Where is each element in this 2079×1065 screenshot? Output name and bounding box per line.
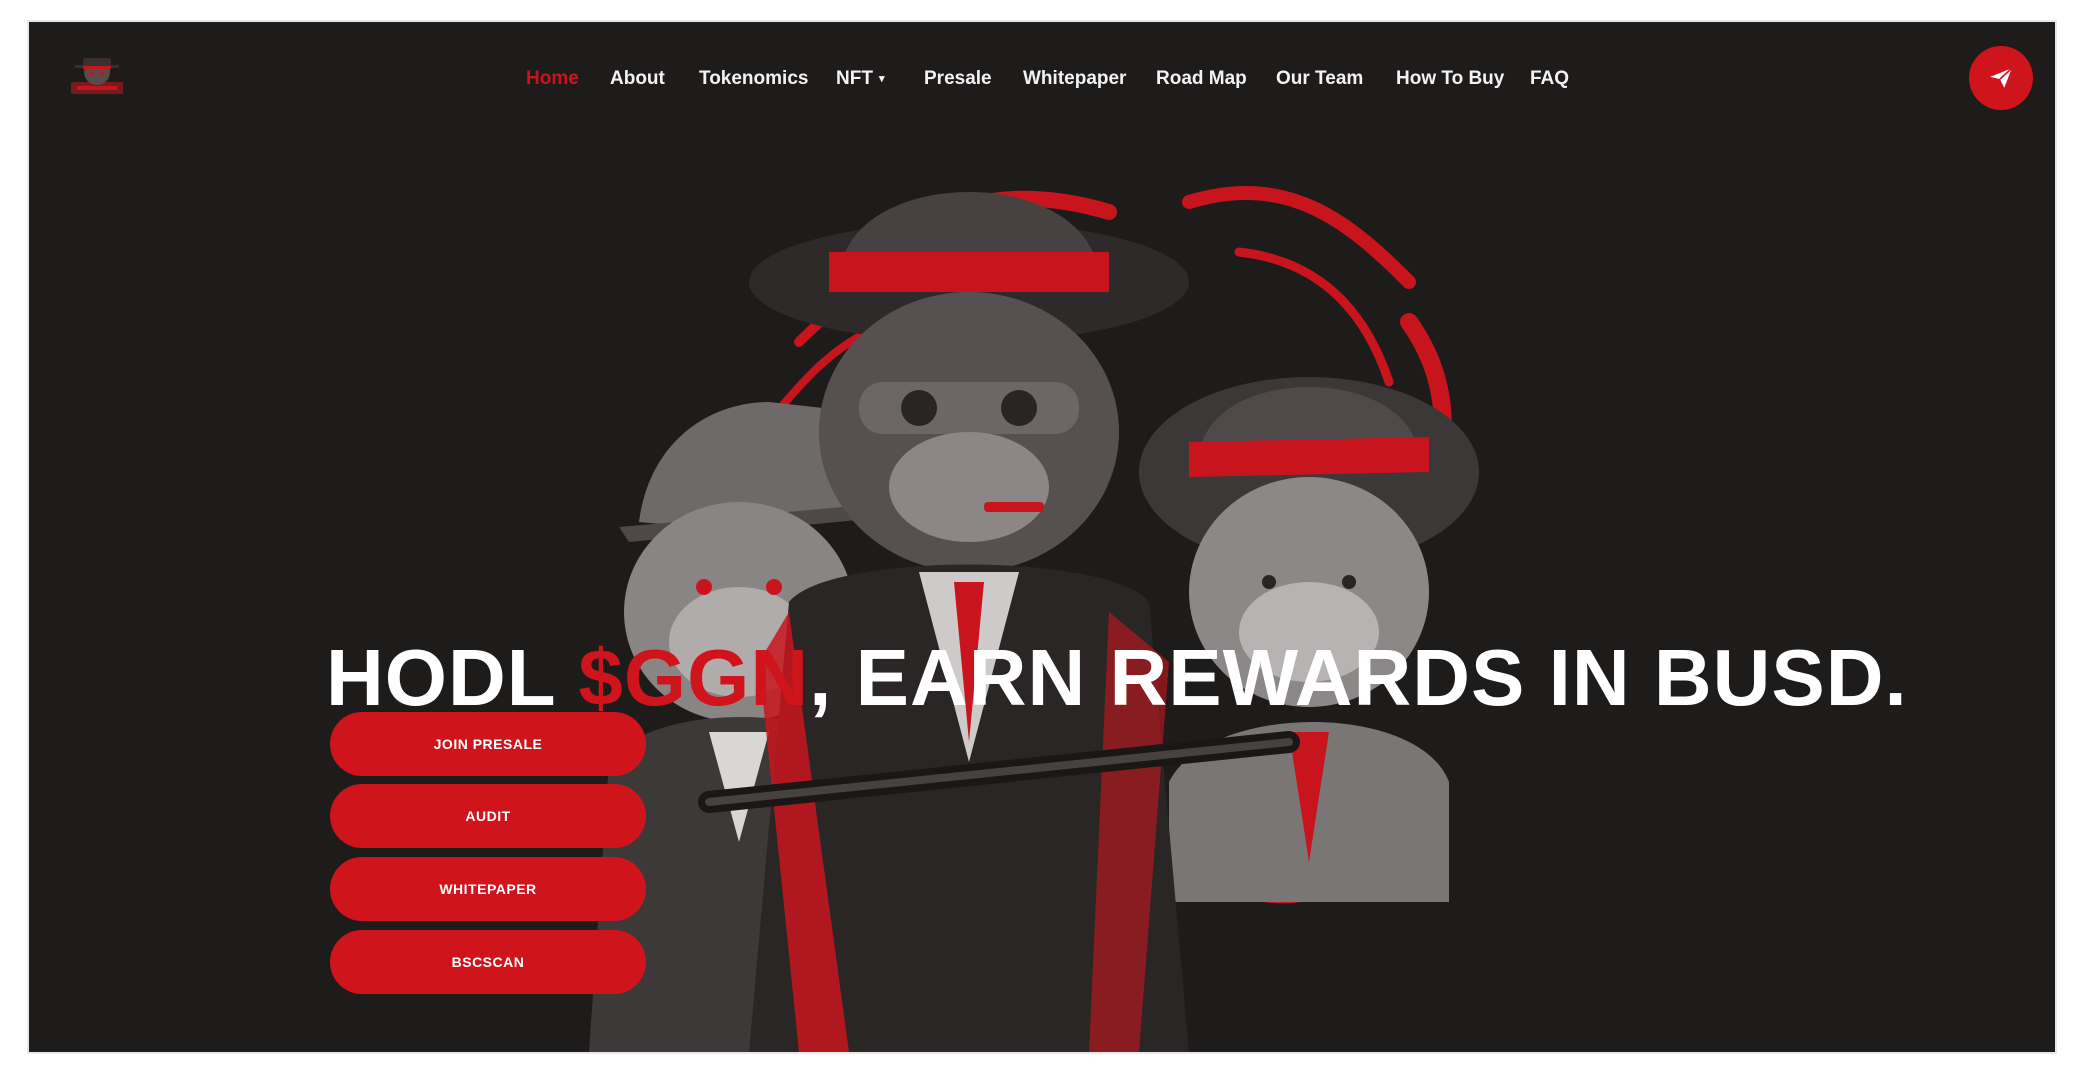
nav-item-road-map-label: Road Map [1156, 68, 1247, 89]
bscscan-label: BSCSCAN [451, 954, 525, 970]
nav-item-whitepaper-label: Whitepaper [1023, 68, 1127, 89]
headline-suffix: , EARN REWARDS IN BUSD. [809, 633, 1908, 722]
hero-headline: HODL $GGN, EARN REWARDS IN BUSD. [326, 632, 1908, 724]
nav-item-how-to-buy[interactable]: How To Buy [1396, 68, 1504, 90]
gangster-gorillas-illustration [589, 186, 1479, 1052]
whitepaper-label: WHITEPAPER [439, 881, 537, 897]
headline-prefix: HODL [326, 633, 579, 722]
caret-down-icon: ▾ [878, 73, 885, 86]
nav-item-our-team[interactable]: Our Team [1276, 68, 1363, 90]
nav-item-nft[interactable]: NFT ▾ [836, 68, 884, 90]
nav-item-how-to-buy-label: How To Buy [1396, 68, 1505, 89]
whitepaper-button[interactable]: WHITEPAPER [330, 857, 646, 921]
nav-item-tokenomics-label: Tokenomics [699, 68, 809, 89]
nav-item-faq[interactable]: FAQ [1530, 68, 1569, 90]
audit-button[interactable]: AUDIT [330, 784, 646, 848]
nav-item-about[interactable]: About [610, 68, 665, 90]
nav-item-home-label: Home [526, 68, 579, 89]
main-nav: Home About Tokenomics NFT ▾ Presale White… [29, 68, 2055, 108]
nav-item-presale[interactable]: Presale [924, 68, 992, 90]
nav-item-home[interactable]: Home [526, 68, 579, 90]
nav-item-nft-label: NFT [836, 68, 873, 89]
telegram-button[interactable] [1969, 46, 2033, 110]
join-presale-button[interactable]: JOIN PRESALE [330, 712, 646, 776]
telegram-send-icon [1990, 67, 2013, 88]
audit-label: AUDIT [465, 808, 511, 824]
nav-item-presale-label: Presale [924, 68, 992, 89]
nav-item-about-label: About [610, 68, 665, 89]
headline-token-symbol: $GGN [578, 633, 810, 722]
site-frame: Home About Tokenomics NFT ▾ Presale White… [29, 22, 2055, 1052]
bscscan-button[interactable]: BSCSCAN [330, 930, 646, 994]
nav-item-faq-label: FAQ [1530, 68, 1570, 89]
nav-item-our-team-label: Our Team [1276, 68, 1364, 89]
nav-item-whitepaper[interactable]: Whitepaper [1023, 68, 1126, 90]
nav-item-tokenomics[interactable]: Tokenomics [699, 68, 808, 90]
nav-item-road-map[interactable]: Road Map [1156, 68, 1247, 90]
join-presale-label: JOIN PRESALE [433, 736, 543, 752]
